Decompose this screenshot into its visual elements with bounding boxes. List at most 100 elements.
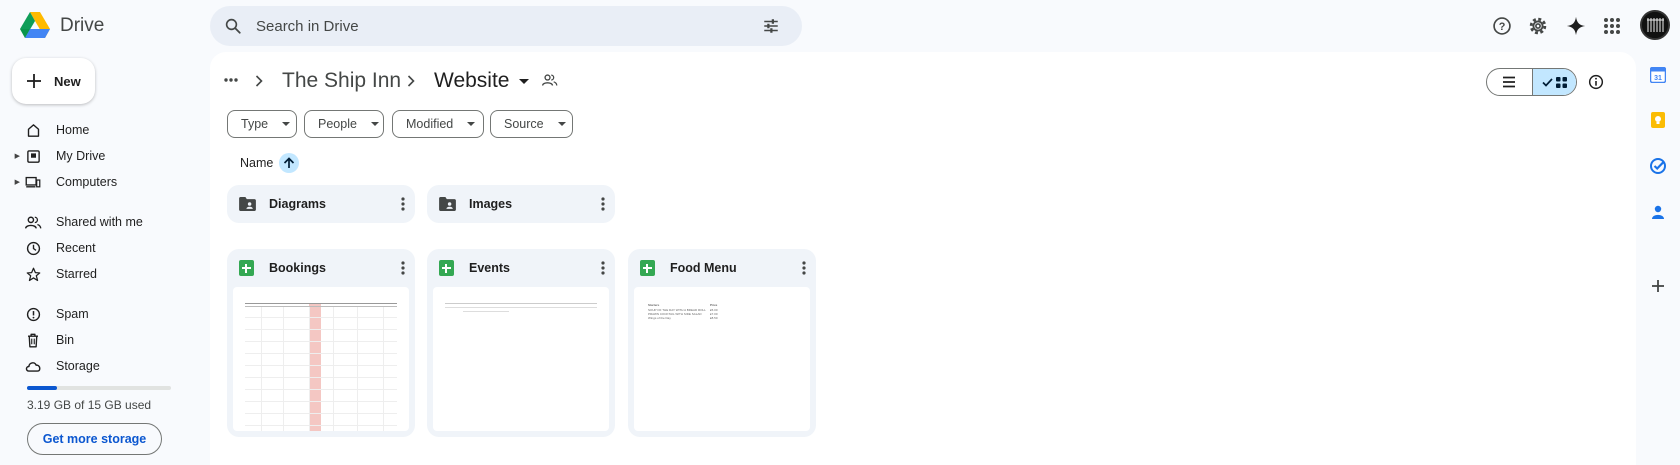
sidebar-item-recent[interactable]: Recent (0, 236, 190, 260)
chevron-right-icon (407, 75, 415, 87)
expand-arrow-icon[interactable]: ▶ (0, 152, 22, 160)
search-icon[interactable] (224, 17, 242, 35)
breadcrumb-current-folder[interactable]: Website (434, 69, 530, 93)
sidebar-item-storage[interactable]: Storage (0, 354, 190, 378)
sidebar-item-starred[interactable]: Starred (0, 262, 190, 286)
sidebar-item-label: Spam (56, 307, 89, 321)
file-name: Bookings (269, 261, 326, 275)
contacts-icon[interactable] (1650, 204, 1666, 220)
my-drive-icon (24, 147, 42, 165)
file-name: Food Menu (670, 261, 737, 275)
gemini-sparkle-icon[interactable] (1562, 12, 1590, 40)
drive-logo-icon (20, 12, 50, 38)
keep-icon[interactable] (1650, 112, 1666, 128)
file-name: Events (469, 261, 510, 275)
sidebar-item-home[interactable]: Home (0, 118, 190, 142)
new-button[interactable]: New (12, 58, 95, 104)
preview-cell: £8.50 (710, 316, 718, 320)
more-path-icon[interactable] (224, 78, 238, 82)
app-name: Drive (60, 14, 105, 36)
star-icon (24, 265, 42, 283)
sort-label: Name (240, 156, 274, 170)
grid-view-button[interactable] (1531, 69, 1576, 95)
filter-type[interactable]: Type (227, 110, 297, 138)
expand-arrow-icon[interactable]: ▶ (0, 178, 22, 186)
folder-item[interactable]: Diagrams (227, 185, 415, 223)
filter-source[interactable]: Source (490, 110, 573, 138)
trash-icon (24, 331, 42, 349)
sidebar-item-label: Computers (56, 175, 118, 189)
sidebar-item-label: Shared with me (56, 215, 143, 229)
add-addon-icon[interactable] (1650, 278, 1666, 294)
folder-item[interactable]: Images (427, 185, 615, 223)
svg-text:?: ? (1499, 21, 1506, 33)
filter-label: People (318, 117, 357, 131)
calendar-icon[interactable]: 31 (1650, 67, 1666, 83)
sidebar-item-spam[interactable]: Spam (0, 302, 190, 326)
filter-modified[interactable]: Modified (392, 110, 484, 138)
sidebar-item-computers[interactable]: ▶ Computers (0, 170, 190, 194)
spam-icon (24, 305, 42, 323)
more-options-icon[interactable] (401, 197, 405, 211)
info-icon[interactable] (1588, 74, 1604, 90)
search-options-icon[interactable] (762, 17, 780, 35)
sheets-icon (640, 260, 655, 276)
shared-folder-icon[interactable] (542, 73, 558, 87)
cloud-icon (24, 357, 42, 375)
more-options-icon[interactable] (601, 197, 605, 211)
filter-label: Modified (406, 117, 454, 131)
search-input[interactable] (256, 17, 762, 35)
file-card[interactable]: Food Menu Starters Price SOUP OF THE DAY… (628, 249, 816, 437)
get-more-storage-button[interactable]: Get more storage (27, 423, 162, 455)
sidebar-item-label: Starred (56, 267, 97, 281)
chevron-down-icon (519, 78, 530, 84)
folder-name: Images (469, 197, 513, 211)
settings-icon[interactable] (1524, 12, 1552, 40)
storage-usage-text: 3.19 GB of 15 GB used (27, 398, 152, 412)
more-options-icon[interactable] (802, 261, 806, 275)
chevron-down-icon (370, 122, 379, 126)
arrow-up-icon[interactable] (279, 153, 300, 173)
file-thumbnail (433, 287, 609, 431)
sidebar-item-label: My Drive (56, 149, 106, 163)
more-options-icon[interactable] (601, 261, 605, 275)
apps-grid-icon[interactable] (1598, 12, 1626, 40)
view-toggle[interactable] (1486, 68, 1577, 96)
account-avatar[interactable] (1640, 10, 1670, 40)
file-thumbnail (233, 287, 409, 431)
filter-people[interactable]: People (304, 110, 384, 138)
page-title: Website (434, 69, 510, 92)
file-card[interactable]: Events (427, 249, 615, 437)
file-thumbnail: Starters Price SOUP OF THE DAY WITH A BR… (634, 287, 810, 431)
filter-label: Type (241, 117, 269, 131)
sidebar-item-shared-with-me[interactable]: Shared with me (0, 210, 190, 234)
sidebar-item-my-drive[interactable]: ▶ My Drive (0, 144, 190, 168)
list-icon (1503, 76, 1516, 88)
tasks-icon[interactable] (1650, 158, 1666, 174)
people-icon (24, 213, 42, 231)
file-card[interactable]: Bookings (227, 249, 415, 437)
chevron-down-icon (467, 122, 476, 126)
home-icon (24, 121, 42, 139)
help-icon[interactable]: ? (1488, 12, 1516, 40)
preview-header: Starters (648, 303, 660, 307)
sidebar-item-label: Bin (56, 333, 75, 347)
search-bar[interactable] (210, 6, 802, 46)
grid-icon (1555, 76, 1567, 88)
sidebar-item-label: Home (56, 123, 90, 137)
breadcrumb-parent[interactable]: The Ship Inn (282, 69, 401, 93)
storage-usage-bar (27, 386, 171, 390)
new-button-label: New (54, 73, 81, 89)
shared-folder-icon (439, 197, 456, 211)
sheets-icon (439, 260, 454, 276)
sheets-icon (239, 260, 254, 276)
computer-icon (24, 173, 42, 191)
list-view-button[interactable] (1487, 69, 1532, 95)
more-options-icon[interactable] (401, 261, 405, 275)
sidebar-item-bin[interactable]: Bin (0, 328, 190, 352)
chevron-down-icon (557, 122, 566, 126)
sidebar-item-label: Recent (56, 241, 96, 255)
sort-by-name[interactable]: Name (240, 153, 300, 173)
drive-logo[interactable]: Drive (20, 12, 104, 39)
sidebar-item-label: Storage (56, 359, 100, 373)
